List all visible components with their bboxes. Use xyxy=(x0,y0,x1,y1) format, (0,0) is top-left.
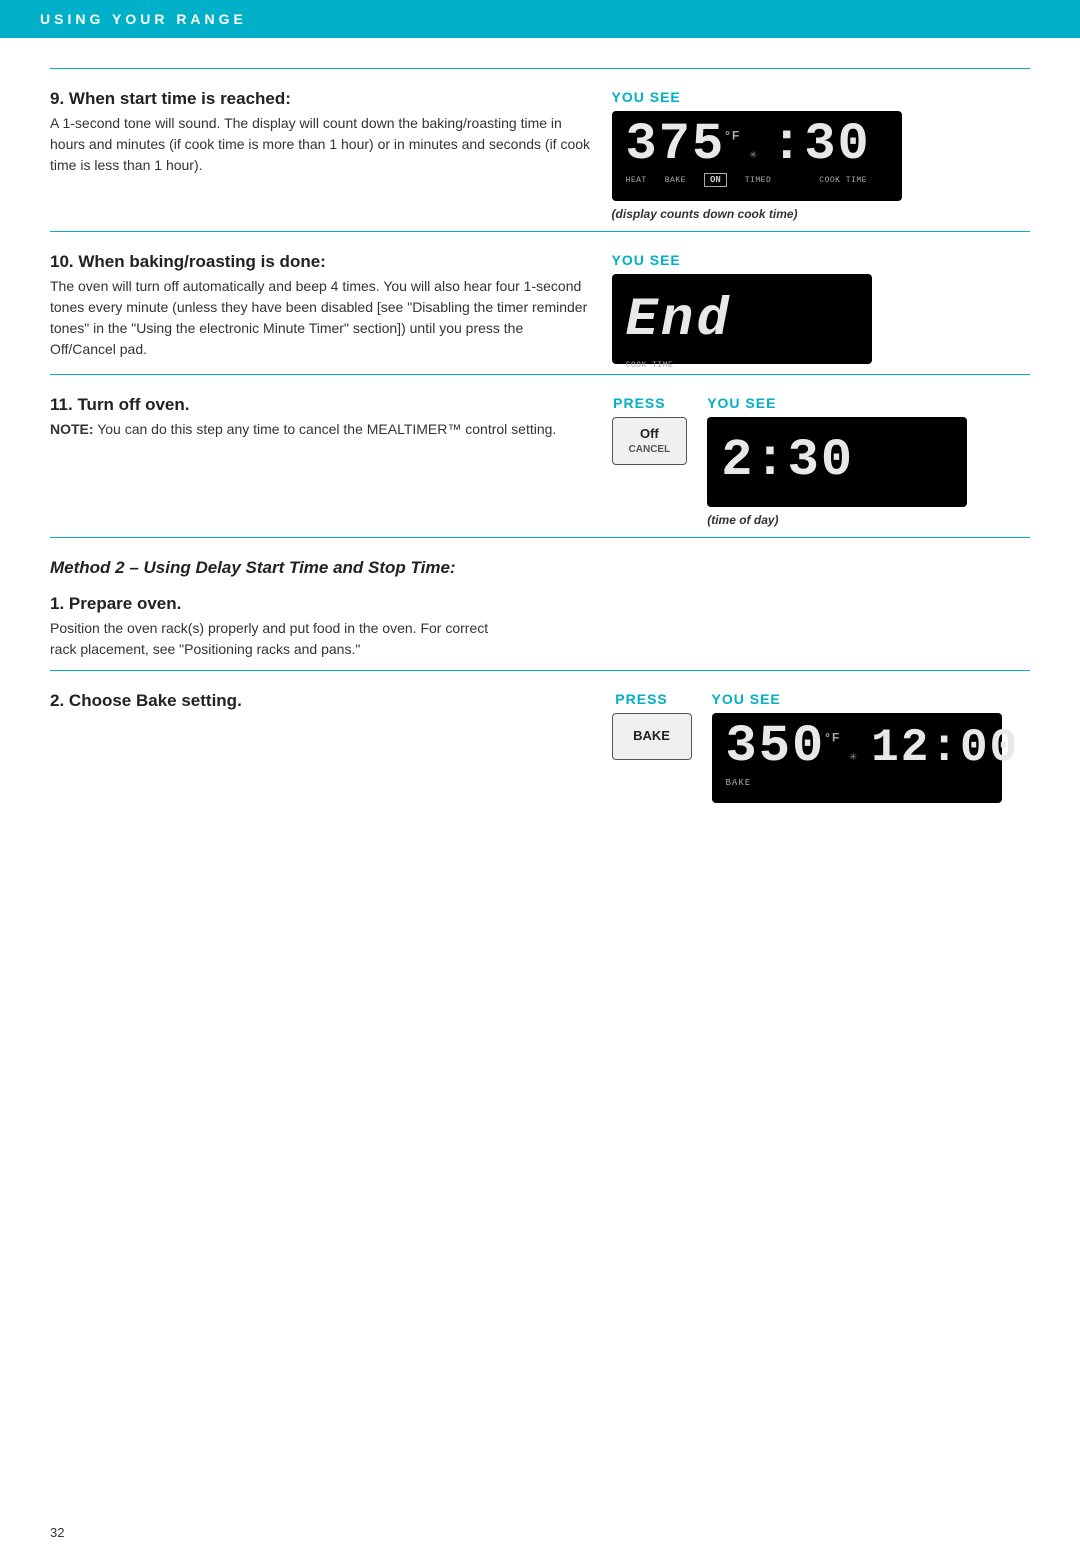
end-text-10: End xyxy=(626,290,858,351)
section-9: 9. When start time is reached: A 1-secon… xyxy=(50,68,1030,231)
display-temp-9: 375°F xyxy=(626,119,742,171)
bake-display-row: 350°F ✳ 12:00 xyxy=(726,721,988,773)
display-temp-m2s2: 350°F xyxy=(726,721,842,773)
timed-label-9: TIMED xyxy=(745,176,772,185)
display-inner-9: 375°F ✳ :30 xyxy=(626,119,888,171)
section-9-number: 9. When start time is reached: xyxy=(50,89,592,109)
bake-button-main: BAKE xyxy=(629,728,675,745)
heat-label-9: HEAT xyxy=(626,176,647,185)
off-cancel-button[interactable]: Off CANCEL xyxy=(612,417,688,465)
note-label-11: NOTE: xyxy=(50,421,94,437)
section-10-right: YOU SEE End COOK TIME xyxy=(612,252,1030,364)
method2-section1: 1. Prepare oven. Position the oven rack(… xyxy=(50,582,1030,670)
display-screen-11: 2:30 xyxy=(707,417,967,507)
bake-label-9: BAKE xyxy=(665,176,686,185)
press-label-m2s2: PRESS xyxy=(615,691,667,707)
display-time-9: :30 xyxy=(771,119,871,171)
section-10-left: 10. When baking/roasting is done: The ov… xyxy=(50,252,592,364)
method2-section2: 2. Choose Bake setting. PRESS BAKE YOU S… xyxy=(50,670,1030,813)
snowflake-icon-m2s2: ✳ xyxy=(849,749,857,764)
method2-s2-right: PRESS BAKE YOU SEE 350°F ✳ 12:00 xyxy=(612,691,1030,803)
you-see-label-10: YOU SEE xyxy=(612,252,681,268)
method2-s1-number: 1. Prepare oven. xyxy=(50,594,1030,614)
section-11-number: 11. Turn off oven. xyxy=(50,395,592,415)
on-badge-9: ON xyxy=(704,173,727,187)
press-label-11: PRESS xyxy=(613,395,665,411)
button-main-11: Off xyxy=(629,426,671,443)
section-11-body: NOTE: You can do this step any time to c… xyxy=(50,419,592,440)
header-title: USING YOUR RANGE xyxy=(40,11,247,27)
display-screen-m2s2: 350°F ✳ 12:00 BAKE xyxy=(712,713,1002,803)
section-9-right: YOU SEE 375°F ✳ :30 HEAT BAKE ON TIMED C… xyxy=(612,89,1030,221)
display-time-11-container: 2:30 xyxy=(721,435,953,487)
cook-time-label-9: COOK TIME xyxy=(819,176,867,185)
you-see-col-11: YOU SEE 2:30 (time of day) xyxy=(707,395,967,527)
section-11-right: PRESS Off CANCEL YOU SEE 2:30 (time of d… xyxy=(612,395,1030,527)
you-see-label-9: YOU SEE xyxy=(612,89,681,105)
press-you-see-row-11: PRESS Off CANCEL YOU SEE 2:30 (time of d… xyxy=(612,395,968,527)
section-10-number: 10. When baking/roasting is done: xyxy=(50,252,592,272)
page-content: 9. When start time is reached: A 1-secon… xyxy=(0,38,1080,853)
display-time-m2s2: 12:00 xyxy=(871,725,1019,771)
method2-s1-body: Position the oven rack(s) properly and p… xyxy=(50,618,510,660)
section-10-body: The oven will turn off automatically and… xyxy=(50,276,592,360)
page-number: 32 xyxy=(50,1525,64,1540)
cook-time-label-10: COOK TIME xyxy=(626,355,858,372)
press-you-see-row-m2s2: PRESS BAKE YOU SEE 350°F ✳ 12:00 xyxy=(612,691,1002,803)
display-screen-10: End COOK TIME xyxy=(612,274,872,364)
section-9-body: A 1-second tone will sound. The display … xyxy=(50,113,592,176)
section-11: 11. Turn off oven. NOTE: You can do this… xyxy=(50,374,1030,537)
section-9-left: 9. When start time is reached: A 1-secon… xyxy=(50,89,592,221)
you-see-col-m2s2: YOU SEE 350°F ✳ 12:00 BAKE xyxy=(712,691,1002,803)
press-col-m2s2: PRESS BAKE xyxy=(612,691,692,760)
you-see-label-m2s2: YOU SEE xyxy=(712,691,781,707)
bake-button[interactable]: BAKE xyxy=(612,713,692,760)
header-bar: USING YOUR RANGE xyxy=(0,0,1080,38)
method2-s2-number: 2. Choose Bake setting. xyxy=(50,691,592,711)
method2-header: Method 2 – Using Delay Start Time and St… xyxy=(50,537,1030,578)
method2-title: Method 2 – Using Delay Start Time and St… xyxy=(50,558,1030,578)
display-caption-9: (display counts down cook time) xyxy=(612,207,798,221)
display-time-11: 2:30 xyxy=(721,431,854,490)
press-col-11: PRESS Off CANCEL xyxy=(612,395,688,465)
button-sub-11: CANCEL xyxy=(629,443,671,456)
display-screen-9: 375°F ✳ :30 HEAT BAKE ON TIMED COOK TIME xyxy=(612,111,902,201)
display-caption-11: (time of day) xyxy=(707,513,778,527)
snowflake-icon-9: ✳ xyxy=(749,147,757,162)
bake-label-m2s2: BAKE xyxy=(726,778,752,788)
section-11-left: 11. Turn off oven. NOTE: You can do this… xyxy=(50,395,592,527)
you-see-label-11: YOU SEE xyxy=(707,395,776,411)
degree-f-9: °F xyxy=(725,129,741,143)
section-10: 10. When baking/roasting is done: The ov… xyxy=(50,231,1030,374)
timed-heat-row-9: HEAT BAKE ON TIMED COOK TIME xyxy=(626,173,888,187)
method2-s2-left: 2. Choose Bake setting. xyxy=(50,691,592,803)
